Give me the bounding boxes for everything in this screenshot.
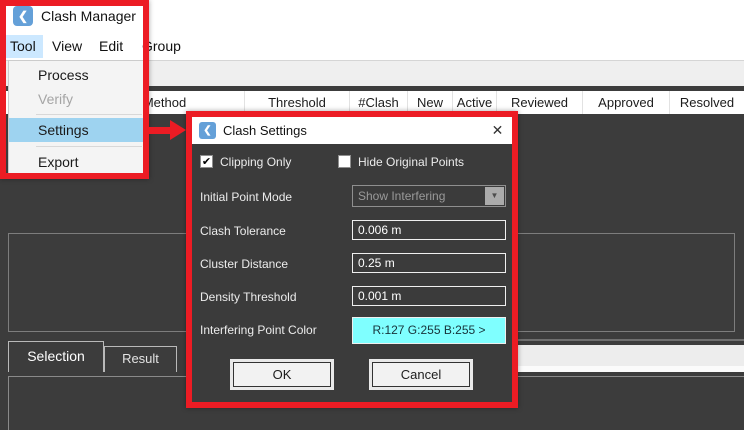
ok-button[interactable]: OK: [233, 362, 331, 387]
column-header-approved[interactable]: Approved: [583, 91, 670, 114]
dropdown-value: Show Interfering: [358, 189, 445, 203]
dialog-app-icon: ❮: [199, 122, 216, 139]
splitter-band[interactable]: [500, 345, 744, 366]
initial-point-mode-dropdown[interactable]: Show Interfering ▼: [352, 185, 506, 207]
cancel-button[interactable]: Cancel: [372, 362, 470, 387]
tab-result[interactable]: Result: [104, 346, 177, 372]
annotation-box-menu: [0, 0, 149, 179]
splitter-line: [500, 339, 744, 341]
column-header-resolved[interactable]: Resolved: [670, 91, 744, 114]
tab-selection[interactable]: Selection: [8, 341, 104, 372]
clipping-only-label: Clipping Only: [220, 155, 291, 169]
clipping-only-checkbox[interactable]: ✔: [200, 155, 213, 168]
hide-original-points-checkbox[interactable]: [338, 155, 351, 168]
close-icon[interactable]: ✕: [488, 121, 507, 140]
interfering-point-color-button[interactable]: R:127 G:255 B:255 >: [352, 317, 506, 344]
hide-original-points-label: Hide Original Points: [358, 155, 464, 169]
splitter-band-lower: [500, 366, 744, 372]
initial-point-mode-label: Initial Point Mode: [200, 190, 292, 204]
chevron-down-icon[interactable]: ▼: [485, 187, 504, 205]
interfering-point-color-label: Interfering Point Color: [200, 323, 317, 337]
screen: ❮ Clash Manager Tool View Edit Group Cla…: [0, 0, 744, 430]
chevron-left-icon: ❮: [203, 125, 211, 136]
density-threshold-input[interactable]: 0.001 m: [352, 286, 506, 306]
annotation-arrow-head: [170, 120, 186, 140]
dialog-title: Clash Settings: [223, 123, 307, 138]
clash-tolerance-label: Clash Tolerance: [200, 224, 286, 238]
clash-settings-dialog: ❮ Clash Settings ✕ ✔ Clipping Only Hide …: [192, 117, 512, 402]
density-threshold-label: Density Threshold: [200, 290, 297, 304]
check-icon: ✔: [202, 156, 211, 168]
clash-tolerance-input[interactable]: 0.006 m: [352, 220, 506, 240]
cluster-distance-label: Cluster Distance: [200, 257, 288, 271]
cluster-distance-input[interactable]: 0.25 m: [352, 253, 506, 273]
dialog-titlebar: ❮ Clash Settings ✕: [192, 117, 512, 144]
